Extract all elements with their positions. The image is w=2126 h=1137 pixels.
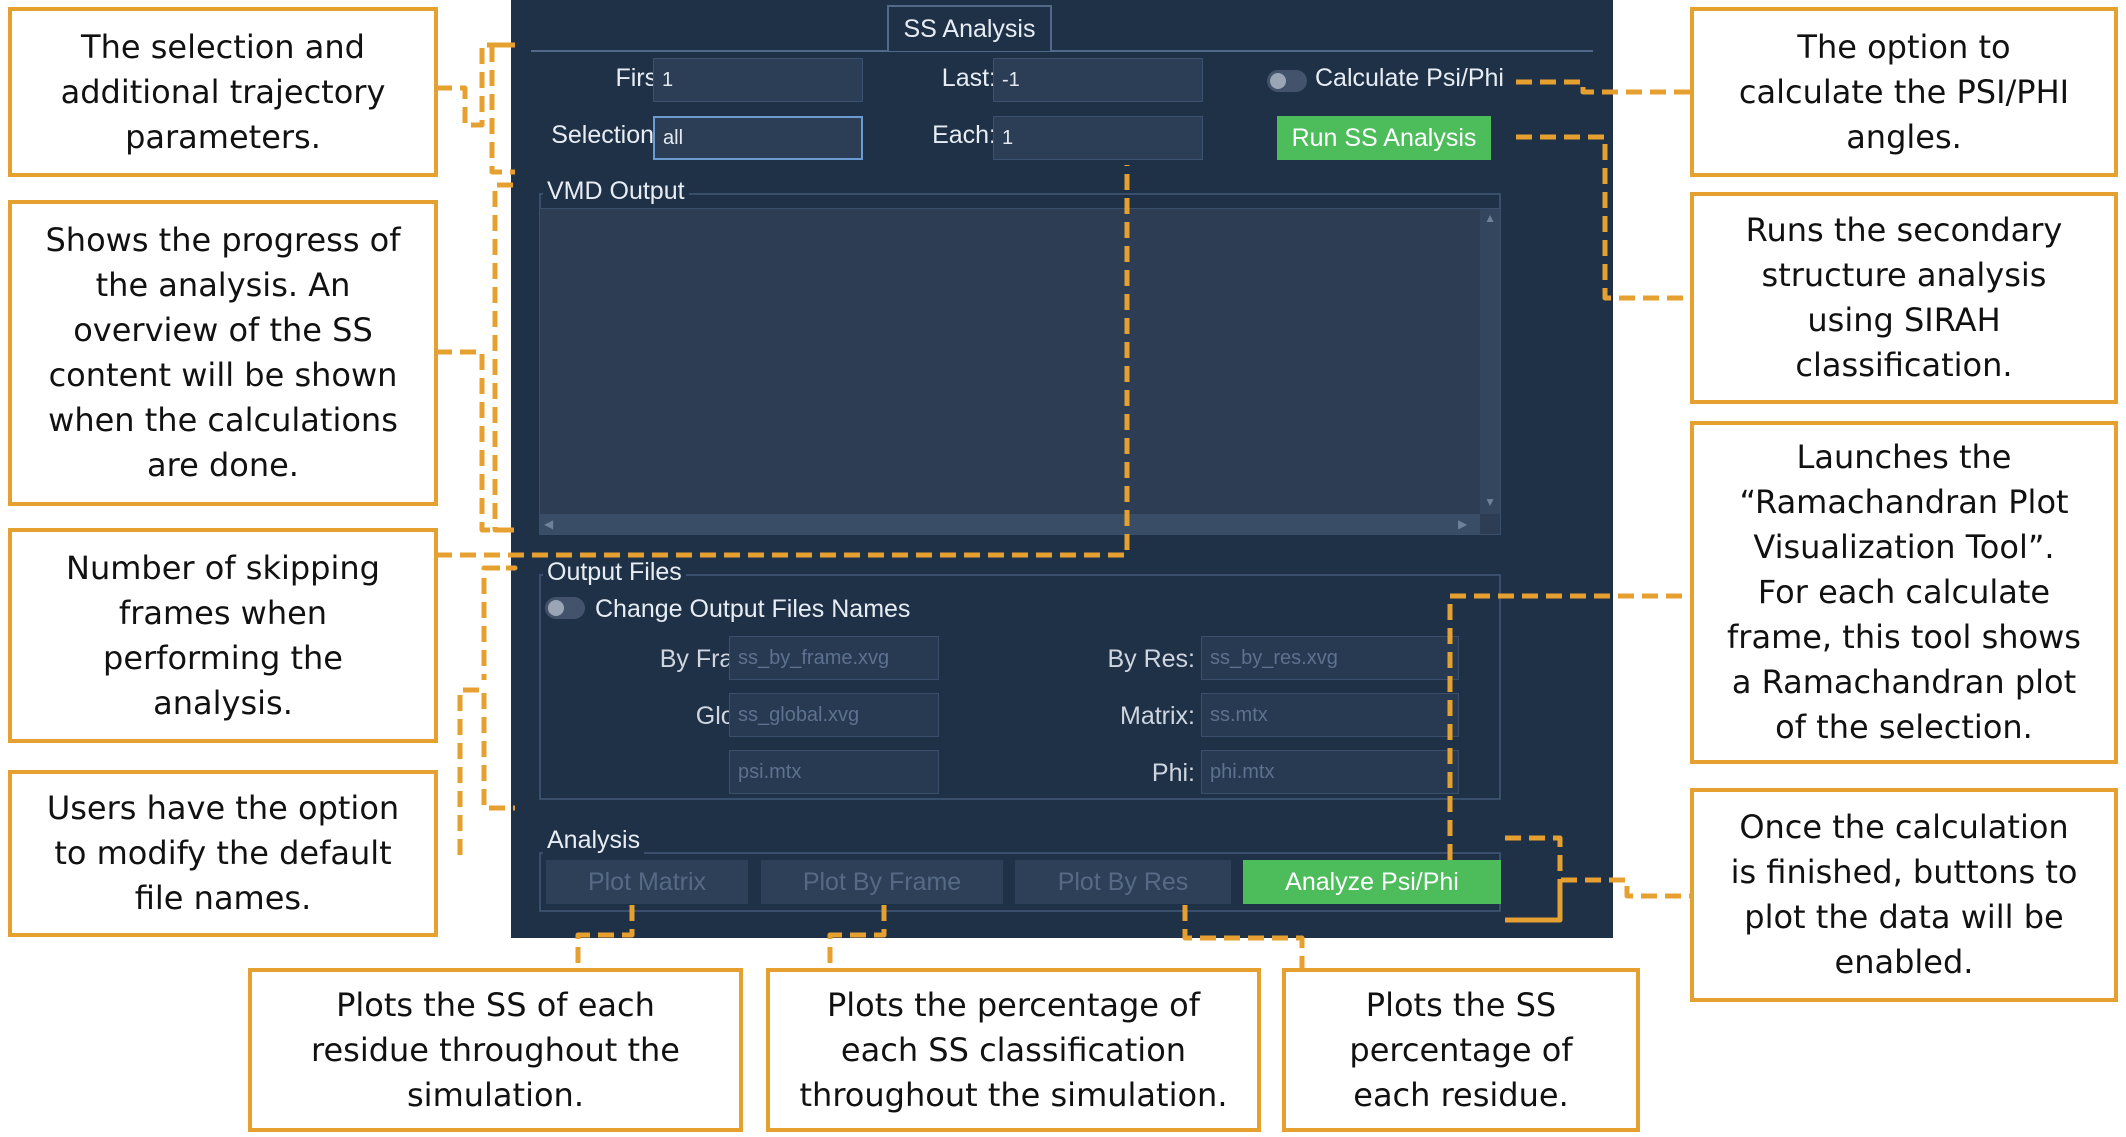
leader-file-names: [457, 687, 515, 855]
leader-selection-params: [436, 42, 515, 128]
callout-plot-by-res: Plots the SS percentage of each residue.: [1282, 968, 1640, 1132]
leader-file-names-bracket: [481, 565, 518, 680]
callout-plot-matrix: Plots the SS of each residue throughout …: [248, 968, 743, 1132]
callout-file-names: Users have the option to modify the defa…: [8, 770, 438, 937]
leader-run-analysis: [1516, 134, 1692, 301]
leader-skip-frames: [436, 165, 1130, 558]
callout-plot-by-frame: Plots the percentage of each SS classifi…: [766, 968, 1261, 1132]
callout-buttons-enabled: Once the calculation is finished, button…: [1690, 788, 2118, 1002]
leader-progress: [436, 182, 518, 533]
callout-selection-params: The selection and additional trajectory …: [8, 7, 438, 177]
leader-psi-phi-option: [1516, 79, 1692, 95]
leader-plot-matrix: [575, 905, 635, 970]
leader-ramachandran: [1447, 593, 1692, 860]
leader-plot-by-res: [1182, 905, 1305, 970]
leader-buttons-enabled: [1502, 835, 1692, 923]
callout-run-analysis: Runs the secondary structure analysis us…: [1690, 192, 2118, 404]
leader-plot-by-frame: [827, 905, 887, 970]
callout-skip-frames: Number of skipping frames when performin…: [8, 528, 438, 743]
callout-progress: Shows the progress of the analysis. An o…: [8, 200, 438, 506]
callout-ramachandran: Launches the “Ramachandran Plot Visualiz…: [1690, 421, 2118, 764]
callout-psi-phi-option: The option to calculate the PSI/PHI angl…: [1690, 7, 2118, 177]
leader-selection-bracket: [489, 42, 515, 175]
